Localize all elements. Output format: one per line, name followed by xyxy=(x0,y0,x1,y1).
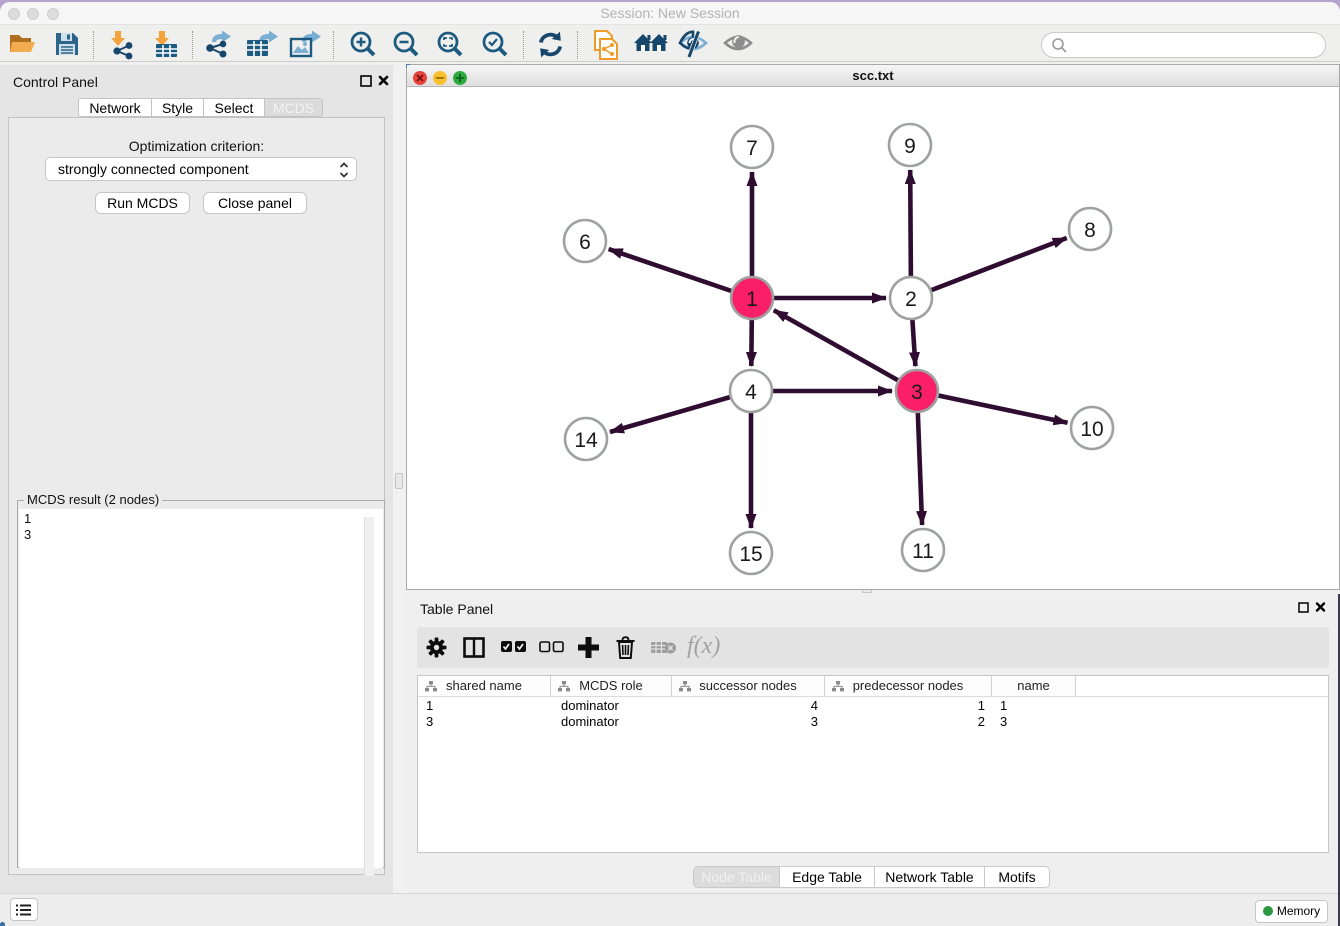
svg-text:8: 8 xyxy=(1084,219,1096,242)
svg-text:10: 10 xyxy=(1080,418,1103,441)
svg-text:7: 7 xyxy=(746,137,758,160)
svg-text:11: 11 xyxy=(912,540,934,563)
svg-text:2: 2 xyxy=(905,288,917,311)
svg-text:3: 3 xyxy=(911,381,923,404)
svg-text:6: 6 xyxy=(579,231,591,254)
svg-text:15: 15 xyxy=(739,543,762,566)
svg-text:14: 14 xyxy=(574,429,598,452)
svg-text:9: 9 xyxy=(904,135,916,158)
svg-text:4: 4 xyxy=(745,381,757,404)
svg-text:1: 1 xyxy=(746,288,758,311)
